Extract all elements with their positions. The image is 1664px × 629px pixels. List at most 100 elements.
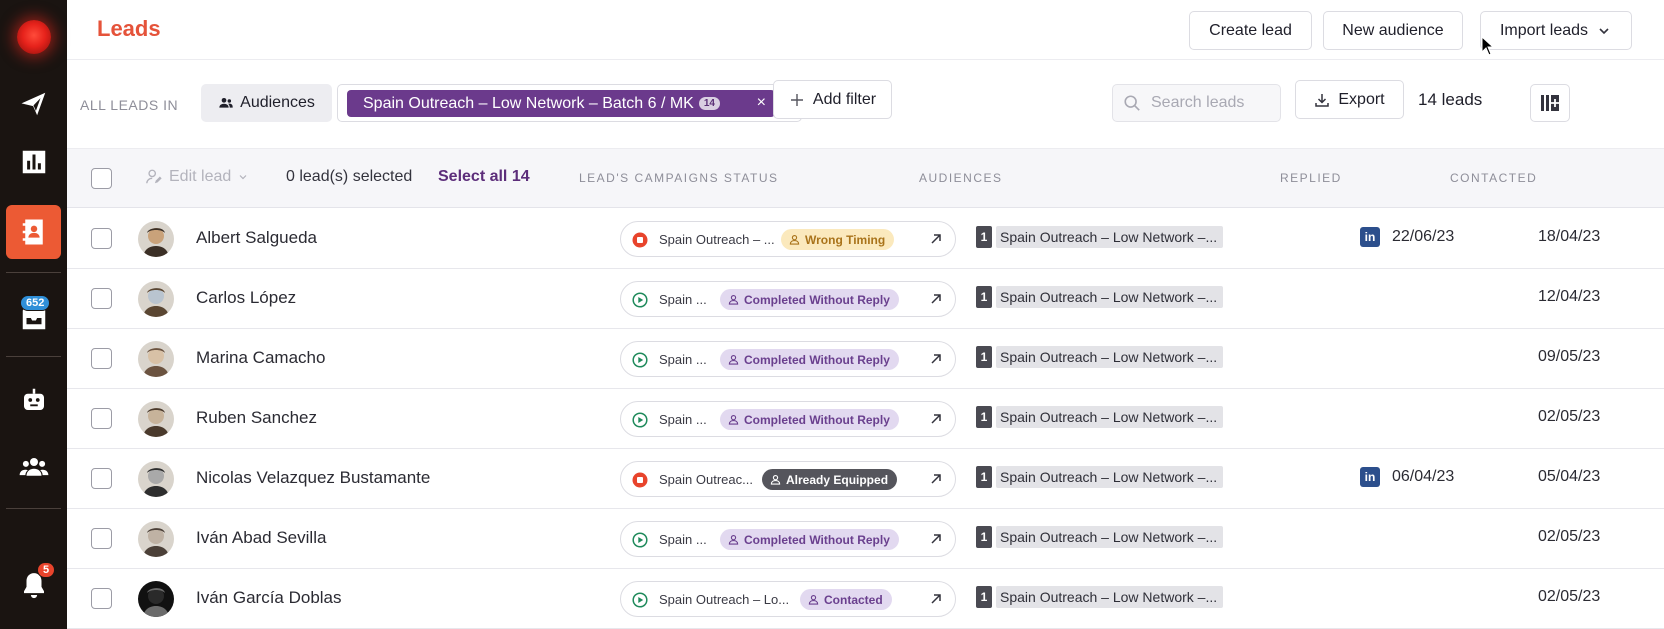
row-checkbox[interactable] [91,228,112,249]
import-leads-button[interactable]: Import leads [1480,11,1632,50]
contacts-book-icon [22,219,43,245]
sidebar-item-analytics[interactable] [0,135,67,189]
avatar[interactable] [138,341,174,377]
campaign-status-pill[interactable]: Spain Outreac... Already Equipped [620,461,956,497]
campaign-name: Spain ... [659,532,707,547]
lead-status-label: Completed Without Reply [744,532,890,547]
row-checkbox[interactable] [91,528,112,549]
user-edit-icon [146,169,162,184]
lead-name[interactable]: Marina Camacho [196,348,325,368]
sidebar-item-inbox[interactable]: 652 [0,291,67,345]
add-filter-button[interactable]: Add filter [773,80,892,119]
audience-name: Spain Outreach – Low Network –... [996,466,1224,488]
audience-select[interactable]: Spain Outreach – Low Network – Batch 6 /… [337,84,802,122]
audiences-button[interactable]: Audiences [201,84,332,122]
user-icon [808,595,819,605]
open-external-icon[interactable] [928,531,944,547]
campaign-status-pill[interactable]: Spain ... Completed Without Reply [620,521,956,557]
search-input[interactable] [1151,94,1271,112]
table-row[interactable]: Marina Camacho Spain ... Completed Witho… [67,329,1664,389]
open-external-icon[interactable] [928,291,944,307]
select-all-checkbox[interactable] [91,168,112,189]
new-audience-button[interactable]: New audience [1323,11,1463,50]
avatar[interactable] [138,461,174,497]
sidebar-item-automation[interactable] [0,373,67,427]
campaign-status-pill[interactable]: Spain Outreach – ... Wrong Timing [620,221,956,257]
column-contacted[interactable]: CONTACTED [1450,171,1537,185]
column-audiences[interactable]: AUDIENCES [919,171,1003,185]
avatar[interactable] [138,521,174,557]
export-button[interactable]: Export [1295,80,1404,119]
audience-count: 1 [976,346,992,368]
avatar[interactable] [138,281,174,317]
open-external-icon[interactable] [928,351,944,367]
avatar[interactable] [138,401,174,437]
columns-button[interactable] [1530,84,1570,122]
robot-icon [23,388,44,410]
avatar[interactable] [138,581,174,617]
chevron-down-icon [1599,27,1609,34]
campaign-status-pill[interactable]: Spain Outreach – Lo... Contacted [620,581,956,617]
row-checkbox[interactable] [91,588,112,609]
row-checkbox[interactable] [91,408,112,429]
table-row[interactable]: Nicolas Velazquez Bustamante Spain Outre… [67,449,1664,509]
sidebar-item-campaigns[interactable] [0,77,67,131]
team-icon [19,458,48,476]
sidebar-item-leads[interactable] [0,205,67,259]
sidebar-item-notifications[interactable]: 5 [0,558,67,612]
sidebar-item-team[interactable] [0,440,67,494]
filter-bar: ALL LEADS IN Audiences Spain Outreach – … [67,60,1664,148]
open-external-icon[interactable] [928,411,944,427]
row-checkbox[interactable] [91,288,112,309]
campaign-name: Spain ... [659,412,707,427]
lead-status-label: Wrong Timing [805,232,886,247]
table-row[interactable]: Iván Abad Sevilla Spain ... Completed Wi… [67,509,1664,569]
avatar-photo [138,221,174,257]
audience-chip-label: Spain Outreach – Low Network – Batch 6 /… [363,94,694,112]
table-row[interactable]: Albert Salgueda Spain Outreach – ... Wro… [67,209,1664,269]
campaign-status-pill[interactable]: Spain ... Completed Without Reply [620,281,956,317]
column-campaigns-status[interactable]: LEAD'S CAMPAIGNS STATUS [579,171,779,185]
campaign-name: Spain ... [659,352,707,367]
edit-lead-label: Edit lead [169,168,232,185]
select-all-link[interactable]: Select all 14 [438,168,530,186]
lead-name[interactable]: Iván Abad Sevilla [196,528,326,548]
table-row[interactable]: Ruben Sanchez Spain ... Completed Withou… [67,389,1664,449]
bar-chart-icon [22,150,45,174]
search-box[interactable] [1112,84,1281,122]
create-lead-button[interactable]: Create lead [1189,11,1312,50]
campaign-status-pill[interactable]: Spain ... Completed Without Reply [620,401,956,437]
lead-status-label: Contacted [824,592,883,607]
contacted-date: 12/04/23 [1538,288,1601,305]
avatar[interactable] [138,221,174,257]
column-replied[interactable]: REPLIED [1280,171,1342,185]
campaign-status-pill[interactable]: Spain ... Completed Without Reply [620,341,956,377]
stopped-status-icon [632,472,648,488]
lead-name[interactable]: Nicolas Velazquez Bustamante [196,468,430,488]
lead-name[interactable]: Iván García Doblas [196,588,342,608]
table-row[interactable]: Iván García Doblas Spain Outreach – Lo..… [67,569,1664,629]
lead-name[interactable]: Albert Salgueda [196,228,317,248]
remove-audience-button[interactable]: × [757,94,766,112]
search-icon [1124,95,1140,111]
campaign-name: Spain ... [659,292,707,307]
campaign-name: Spain Outreach – ... [659,232,775,247]
lead-name[interactable]: Ruben Sanchez [196,408,317,428]
open-external-icon[interactable] [928,231,944,247]
edit-lead-dropdown[interactable]: Edit lead [145,168,249,186]
chevron-down-icon [239,175,247,180]
contacted-date: 05/04/23 [1538,468,1601,485]
table-row[interactable]: Carlos López Spain ... Completed Without… [67,269,1664,329]
row-checkbox[interactable] [91,468,112,489]
app-logo[interactable] [17,20,51,54]
lead-status-badge: Already Equipped [762,469,898,490]
lead-name[interactable]: Carlos López [196,288,296,308]
audience-tag: 1 Spain Outreach – Low Network –... [976,466,1224,488]
add-column-icon [1541,95,1559,111]
open-external-icon[interactable] [928,591,944,607]
audience-count: 1 [976,586,992,608]
row-checkbox[interactable] [91,348,112,369]
lead-status-label: Completed Without Reply [744,352,890,367]
open-external-icon[interactable] [928,471,944,487]
contacted-date: 09/05/23 [1538,348,1601,365]
